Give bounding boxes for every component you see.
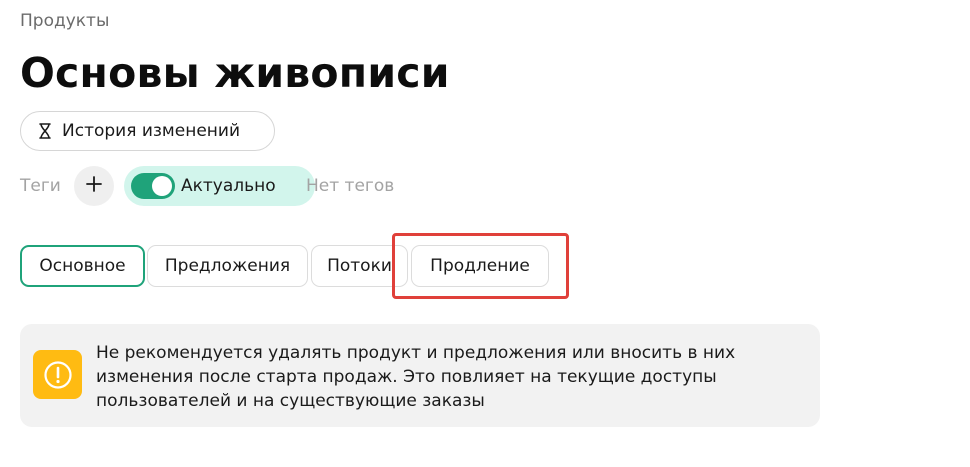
tags-row: Теги Актуально Нет тегов (20, 166, 920, 206)
page-title: Основы живописи (20, 49, 450, 97)
toggle-knob (152, 176, 172, 196)
history-button-label: История изменений (62, 121, 240, 141)
add-tag-button[interactable] (74, 166, 114, 206)
tab-main[interactable]: Основное (20, 245, 145, 287)
product-page: Продукты Основы живописи История изменен… (0, 0, 970, 467)
tags-label: Теги (20, 176, 61, 196)
no-tags-text: Нет тегов (306, 176, 395, 196)
warning-alert: Не рекомендуется удалять продукт и предл… (20, 324, 820, 427)
plus-icon (86, 176, 102, 196)
highlight-box (392, 233, 569, 299)
toggle-switch[interactable] (131, 173, 175, 199)
status-toggle[interactable]: Актуально (124, 166, 315, 206)
status-toggle-label: Актуально (181, 176, 276, 196)
tab-offers[interactable]: Предложения (147, 245, 308, 287)
alert-text: Не рекомендуется удалять продукт и предл… (96, 343, 736, 411)
hourglass-icon (38, 123, 52, 139)
warning-icon (33, 350, 82, 399)
history-button[interactable]: История изменений (20, 111, 275, 151)
breadcrumb[interactable]: Продукты (20, 11, 109, 31)
